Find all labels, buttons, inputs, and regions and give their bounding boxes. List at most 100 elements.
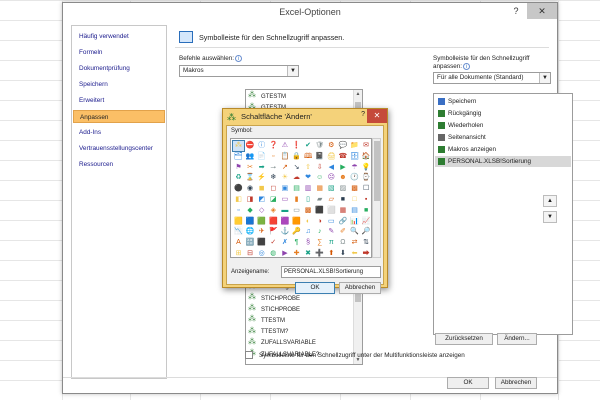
symbol-cell[interactable]: ¶ — [291, 238, 302, 248]
symbol-cell[interactable]: ⚑ — [233, 163, 244, 173]
symbol-cell[interactable]: ▦ — [337, 206, 348, 216]
symbol-cell[interactable]: 📓 — [314, 152, 325, 162]
symbol-grid[interactable]: ⁂ ⛔ ⓘ ❓ ⚠ ❗ ✔ 🛡 ⚙ 💬 📁 ✉ 🗂 👥 📄 ▫ 📋 🔒 🕮 📓 🖨 ☎ 🗄 🏠 ⚑ ✂ ➡ ⭢ ↗ ↘ ⇧ ⇩ ◀ ▶ ☂ 💡 ♻ ⌛ ⚡ ❄… — [230, 138, 372, 258]
symbol-cell[interactable]: ▧ — [326, 184, 337, 194]
symbol-cell[interactable]: ⇩ — [314, 163, 325, 173]
symbol-cell[interactable]: ✔ — [303, 141, 314, 151]
befehle-dropdown[interactable]: Makros ▼ — [179, 65, 299, 77]
symbol-cell[interactable]: ⓘ — [256, 141, 267, 151]
symbol-cell[interactable]: ☐ — [361, 184, 372, 194]
symbol-cell[interactable]: 🔍 — [349, 227, 360, 237]
symbol-grid-scrollbar[interactable] — [372, 138, 381, 258]
symbol-cell[interactable]: ❤ — [303, 173, 314, 183]
symbol-cell[interactable]: ✚ — [291, 249, 302, 259]
symbol-cell[interactable]: 🕐 — [349, 173, 360, 183]
symbol-cell[interactable]: ◩ — [256, 195, 267, 205]
symbol-cell[interactable]: ▱ — [326, 195, 337, 205]
symbol-cell[interactable]: ♪ — [314, 227, 325, 237]
symbol-cell[interactable]: 🚩 — [268, 227, 279, 237]
symbol-cell[interactable]: ◪ — [268, 195, 279, 205]
nav-item-dokumentpruefung[interactable]: Dokumentprüfung — [73, 62, 165, 75]
symbol-cell[interactable]: ✗ — [279, 238, 290, 248]
symbolleiste-dropdown[interactable]: Für alle Dokumente (Standard) ▼ — [433, 72, 551, 84]
symbol-cell[interactable]: 🌐 — [245, 227, 256, 237]
symbol-cell[interactable]: 👥 — [245, 152, 256, 162]
symbol-cell[interactable]: □ — [349, 195, 360, 205]
symbol-cell[interactable]: ✉ — [361, 141, 372, 151]
help-button[interactable]: ? — [505, 3, 527, 19]
cancel-button[interactable]: Abbrechen — [495, 377, 537, 389]
symbol-cell[interactable]: ◼ — [256, 184, 267, 194]
symbol-cell[interactable]: 🛡 — [314, 141, 325, 151]
symbol-cell[interactable]: ⮕ — [361, 249, 372, 259]
symbol-cell[interactable]: 🖨 — [326, 152, 337, 162]
symbol-cell[interactable]: ▥ — [303, 184, 314, 194]
anzeigename-input[interactable]: PERSONAL.XLSB!Sortierung — [281, 266, 381, 278]
symbol-cell[interactable]: ▦ — [314, 184, 325, 194]
symbol-cell[interactable]: ❄ — [268, 173, 279, 183]
symbol-cell[interactable]: 📈 — [361, 217, 372, 227]
below-ribbon-checkbox[interactable] — [245, 351, 253, 359]
help-icon[interactable]: ? — [361, 111, 365, 118]
symbol-cell[interactable]: 📉 — [233, 227, 244, 237]
symbol-cell[interactable]: ▶ — [279, 249, 290, 259]
symbol-cell[interactable]: ♻ — [233, 173, 244, 183]
symbol-cell[interactable]: ⚓ — [279, 227, 290, 237]
symbol-cell[interactable]: ▮ — [291, 195, 302, 205]
nav-item-anpassen[interactable]: Anpassen — [73, 110, 165, 123]
symbol-cell[interactable]: 🟪 — [279, 217, 290, 227]
symbol-cell[interactable]: 💡 — [361, 163, 372, 173]
symbol-cell[interactable]: ▨ — [337, 184, 348, 194]
symbol-cell[interactable]: ☺ — [314, 173, 325, 183]
symbol-cell[interactable]: ☁ — [291, 173, 302, 183]
symbol-cell[interactable]: ✐ — [337, 227, 348, 237]
macro-list-item[interactable]: STICHPROBE — [248, 303, 300, 315]
symbol-cell[interactable]: ✓ — [268, 238, 279, 248]
symbol-cell[interactable]: ⬛ — [314, 206, 325, 216]
dialog-close-button[interactable]: ✕ — [367, 109, 387, 123]
symbol-cell[interactable]: 🔗 — [337, 217, 348, 227]
symbol-cell[interactable]: 🟦 — [245, 217, 256, 227]
qat-list-item[interactable]: PERSONAL.XLSB!Sortierung — [435, 156, 571, 167]
symbol-cell[interactable]: 🟨 — [233, 217, 244, 227]
symbol-cell[interactable]: 🟥 — [268, 217, 279, 227]
qat-list-item[interactable]: Rückgängig — [435, 108, 571, 119]
symbol-cell[interactable]: ⚠ — [279, 141, 290, 151]
window-close-button[interactable]: ✕ — [527, 3, 557, 19]
symbol-cell[interactable]: ⬛ — [256, 238, 267, 248]
nav-item-addins[interactable]: Add-Ins — [73, 126, 165, 139]
nav-item-vertrauensstellungscenter[interactable]: Vertrauensstellungscenter — [73, 142, 165, 155]
symbol-cell[interactable]: 💬 — [337, 141, 348, 151]
symbol-cell[interactable]: ⬆ — [326, 249, 337, 259]
symbol-cell[interactable]: ↘ — [291, 163, 302, 173]
symbol-cell[interactable]: 🕮 — [303, 152, 314, 162]
macro-list-item[interactable]: TTESTM? — [248, 326, 288, 337]
symbol-cell[interactable]: ✂ — [245, 163, 256, 173]
symbol-cell[interactable]: ➕ — [314, 249, 325, 259]
symbol-cell[interactable]: ☎ — [337, 152, 348, 162]
symbol-cell[interactable]: ◀ — [326, 163, 337, 173]
symbol-cell[interactable]: ☀ — [279, 173, 290, 183]
symbol-cell[interactable]: ▫ — [233, 206, 244, 216]
nav-item-speichern[interactable]: Speichern — [73, 78, 165, 91]
symbol-cell[interactable]: 📁 — [349, 141, 360, 151]
nav-item-haeufig[interactable]: Häufig verwendet — [73, 30, 165, 43]
symbol-cell[interactable]: ⌚ — [361, 173, 372, 183]
scroll-thumb[interactable] — [374, 141, 380, 201]
nav-item-formeln[interactable]: Formeln — [73, 46, 165, 59]
symbol-cell[interactable]: ▩ — [303, 206, 314, 216]
symbol-cell[interactable]: ⊞ — [233, 249, 244, 259]
symbol-cell[interactable]: ◎ — [256, 249, 267, 259]
symbol-cell[interactable]: A — [233, 238, 244, 248]
symbol-cell[interactable]: ▰ — [314, 195, 325, 205]
symbol-cell[interactable]: 🔑 — [291, 227, 302, 237]
symbol-cell[interactable]: ⇧ — [303, 163, 314, 173]
symbol-cell[interactable]: 🟩 — [256, 217, 267, 227]
symbol-cell[interactable]: ⇅ — [361, 238, 372, 248]
symbol-cell[interactable]: ▭ — [291, 206, 302, 216]
symbol-cell[interactable]: ↗ — [279, 163, 290, 173]
symbol-cell[interactable]: ▶ — [337, 163, 348, 173]
symbol-cell[interactable]: ■ — [337, 195, 348, 205]
symbol-cell[interactable]: ☂ — [349, 163, 360, 173]
symbol-cell[interactable]: ✎ — [326, 227, 337, 237]
